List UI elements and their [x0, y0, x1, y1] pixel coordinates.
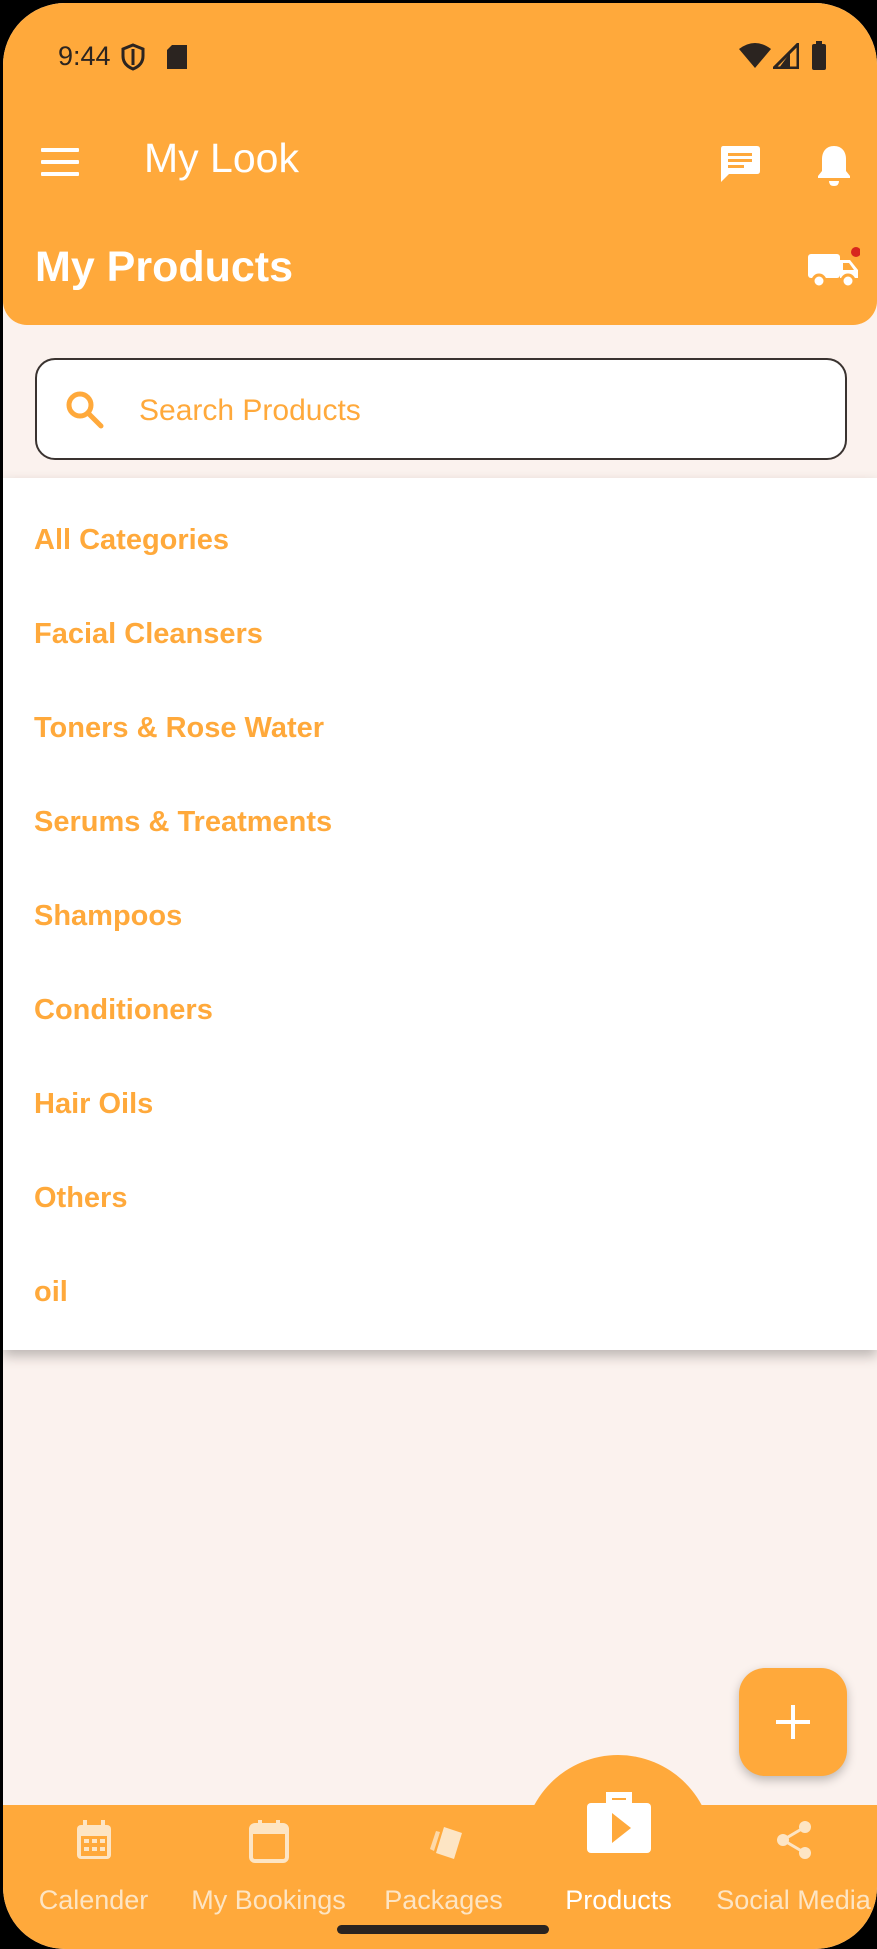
nav-label-packages: Packages: [384, 1885, 503, 1915]
products-play-bag-icon: [586, 1792, 651, 1853]
sd-card-status-icon: [167, 45, 187, 69]
nav-item-calender[interactable]: Calender: [6, 1813, 181, 1923]
battery-status-icon: [812, 41, 826, 70]
home-indicator[interactable]: [337, 1925, 549, 1934]
nav-label-calender: Calender: [38, 1885, 149, 1915]
app-title: My Look: [144, 135, 299, 181]
phone-screen: 9:44 My Look My Products Search Products…: [3, 3, 877, 1949]
nav-item-packages[interactable]: Packages: [356, 1813, 531, 1923]
category-item-facial-cleansers[interactable]: Facial Cleansers: [34, 604, 854, 664]
signal-status-icon: [773, 43, 799, 69]
status-time: 9:44: [58, 41, 111, 71]
category-item-others[interactable]: Others: [34, 1168, 854, 1228]
app-bar: 9:44 My Look My Products: [3, 3, 877, 325]
category-item-oil[interactable]: oil: [34, 1262, 854, 1322]
calendar-icon: [248, 1820, 289, 1863]
bell-icon[interactable]: [816, 143, 852, 187]
nav-item-products[interactable]: Products: [531, 1792, 706, 1923]
notification-dot: [851, 247, 860, 257]
nav-item-social-media[interactable]: Social Media: [706, 1813, 877, 1923]
truck-icon[interactable]: [806, 246, 860, 292]
nav-label-my-bookings: My Bookings: [191, 1885, 346, 1915]
search-icon: [66, 391, 104, 429]
menu-button[interactable]: [41, 148, 79, 178]
category-item-all[interactable]: All Categories: [34, 510, 854, 570]
calendar-grid-icon: [76, 1820, 111, 1859]
category-item-hair-oils[interactable]: Hair Oils: [34, 1074, 854, 1134]
share-icon: [776, 1821, 811, 1859]
shield-status-icon: [121, 43, 145, 71]
menu-icon: [41, 148, 79, 152]
page-title: My Products: [35, 243, 294, 291]
category-item-conditioners[interactable]: Conditioners: [34, 980, 854, 1040]
chat-icon[interactable]: [719, 143, 761, 185]
add-product-button[interactable]: [739, 1668, 847, 1776]
wifi-status-icon: [739, 43, 771, 68]
category-dropdown-menu: All Categories Facial Cleansers Toners &…: [3, 478, 877, 1350]
nav-item-my-bookings[interactable]: My Bookings: [181, 1813, 356, 1923]
category-item-serums[interactable]: Serums & Treatments: [34, 792, 854, 852]
nav-label-products: Products: [565, 1885, 672, 1915]
search-input[interactable]: [137, 382, 821, 440]
search-bar[interactable]: [35, 358, 847, 460]
category-item-toners[interactable]: Toners & Rose Water: [34, 698, 854, 758]
nav-label-social-media: Social Media: [716, 1885, 871, 1915]
category-item-shampoos[interactable]: Shampoos: [34, 886, 854, 946]
packages-icon: [429, 1827, 462, 1859]
